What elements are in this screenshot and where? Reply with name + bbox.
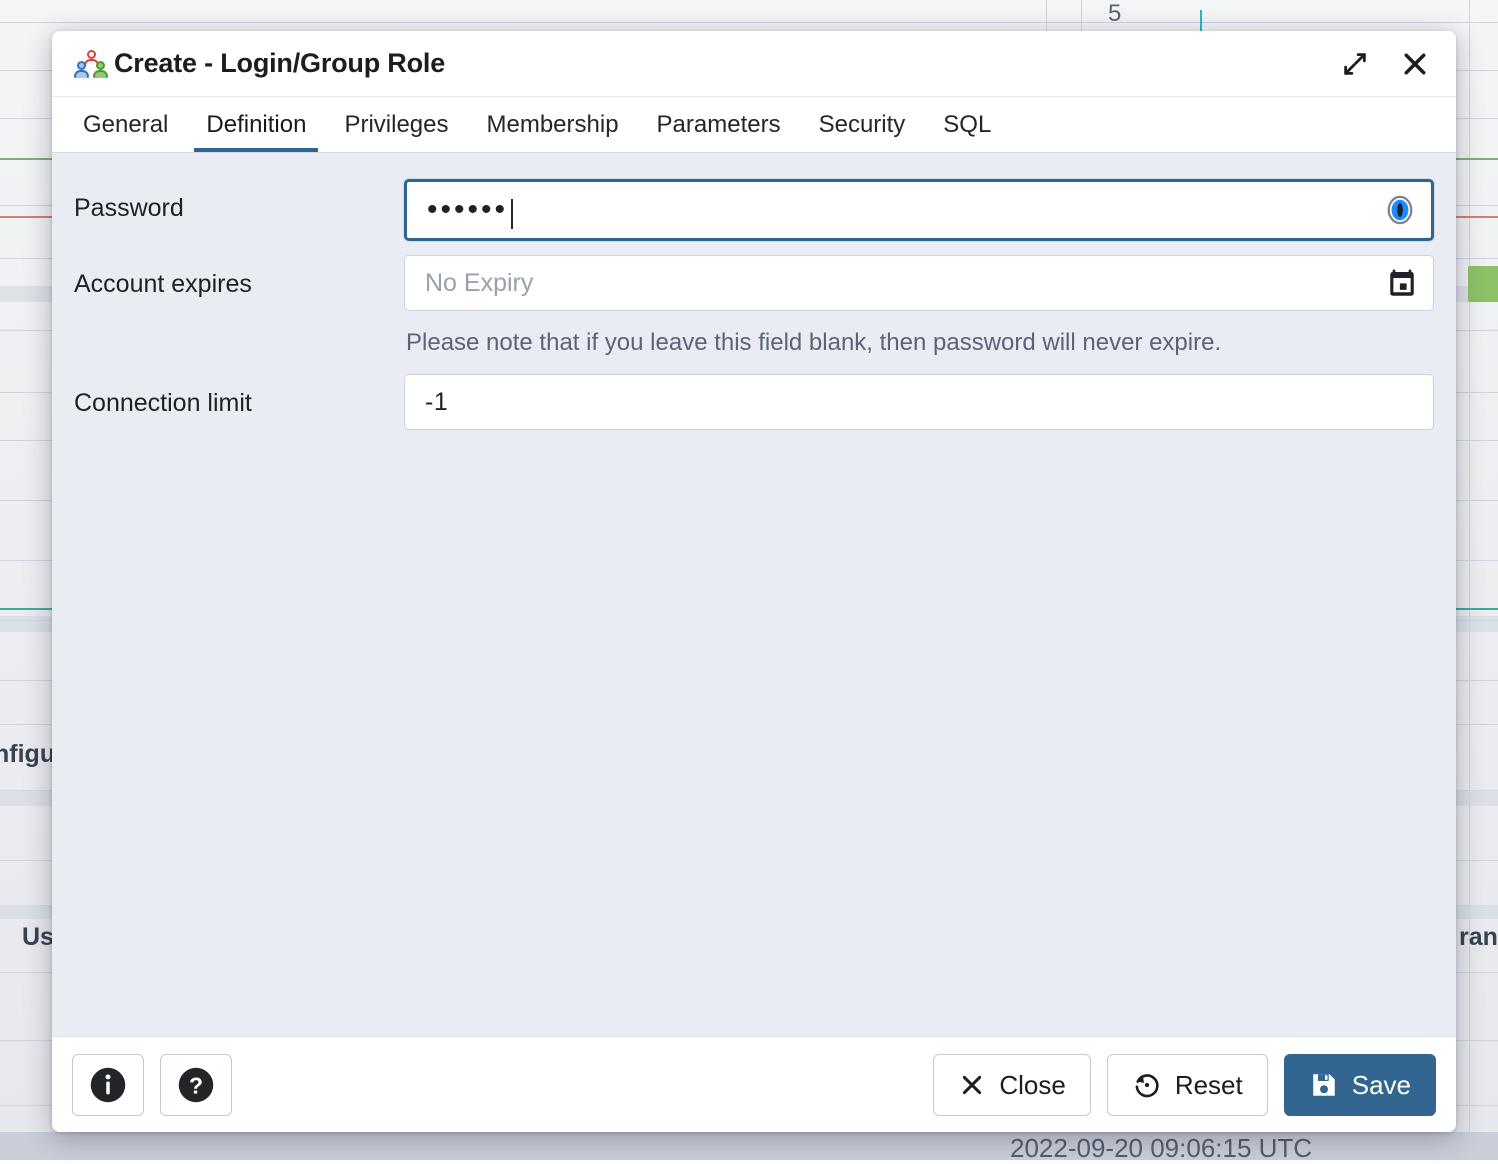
account-expires-placeholder: No Expiry: [425, 271, 533, 296]
save-button[interactable]: Save: [1284, 1054, 1436, 1116]
dialog-titlebar-actions: [1336, 45, 1434, 83]
connection-limit-label: Connection limit: [74, 374, 404, 418]
tab-label: Privileges: [344, 111, 448, 139]
create-login-group-role-dialog: Create - Login/Group Role General Defini…: [52, 31, 1456, 1132]
tab-label: Membership: [487, 111, 619, 139]
background-axis-label-5: 5: [1108, 0, 1121, 28]
connection-limit-input[interactable]: -1: [404, 374, 1434, 430]
tab-security[interactable]: Security: [800, 97, 925, 152]
account-expires-label: Account expires: [74, 255, 404, 299]
account-expires-row: Account expires No Expiry Please n: [74, 255, 1434, 358]
tab-parameters[interactable]: Parameters: [638, 97, 800, 152]
calendar-icon[interactable]: [1385, 266, 1419, 300]
background-timestamp: 2022-09-20 09:06:15 UTC: [1010, 1133, 1312, 1164]
password-row: Password ••••••: [74, 179, 1434, 241]
background-label-transactions: rans: [1459, 923, 1498, 952]
tab-label: Security: [819, 111, 906, 139]
info-button[interactable]: [72, 1054, 144, 1116]
background-label-configuration: nfigu: [0, 740, 55, 769]
connection-limit-row: Connection limit -1: [74, 374, 1434, 430]
dialog-footer: ? Close Reset: [52, 1036, 1456, 1132]
help-button[interactable]: ?: [160, 1054, 232, 1116]
show-password-icon[interactable]: [1383, 193, 1417, 227]
svg-text:?: ?: [189, 1072, 203, 1098]
account-expires-help: Please note that if you leave this field…: [406, 328, 1432, 358]
tab-label: SQL: [943, 111, 991, 139]
definition-tab-panel: Password •••••• Account expires: [52, 153, 1456, 1036]
tab-definition[interactable]: Definition: [187, 97, 325, 152]
background-column-separator: [1469, 0, 1470, 1160]
dialog-tabs: General Definition Privileges Membership…: [52, 97, 1456, 153]
tab-label: General: [83, 111, 168, 139]
background-gridline: [0, 22, 1498, 23]
reset-button-label: Reset: [1175, 1072, 1243, 1098]
group-role-icon: [74, 50, 108, 78]
connection-limit-value: -1: [425, 390, 448, 415]
reset-button[interactable]: Reset: [1107, 1054, 1268, 1116]
close-icon[interactable]: [1396, 45, 1434, 83]
password-value: ••••••: [427, 195, 508, 225]
save-button-label: Save: [1352, 1072, 1411, 1098]
tab-membership[interactable]: Membership: [468, 97, 638, 152]
close-button-label: Close: [999, 1072, 1065, 1098]
tab-label: Definition: [206, 111, 306, 139]
background-status-badge: [1468, 266, 1498, 302]
maximize-icon[interactable]: [1336, 45, 1374, 83]
background-label-user: Us: [22, 923, 54, 952]
tab-general[interactable]: General: [64, 97, 187, 152]
dialog-title: Create - Login/Group Role: [114, 48, 445, 79]
password-input[interactable]: ••••••: [404, 179, 1434, 241]
tab-label: Parameters: [657, 111, 781, 139]
text-caret: [511, 199, 513, 229]
tab-sql[interactable]: SQL: [924, 97, 1010, 152]
password-label: Password: [74, 179, 404, 223]
tab-privileges[interactable]: Privileges: [325, 97, 467, 152]
dialog-titlebar: Create - Login/Group Role: [52, 31, 1456, 97]
account-expires-input[interactable]: No Expiry: [404, 255, 1434, 311]
close-button[interactable]: Close: [933, 1054, 1090, 1116]
